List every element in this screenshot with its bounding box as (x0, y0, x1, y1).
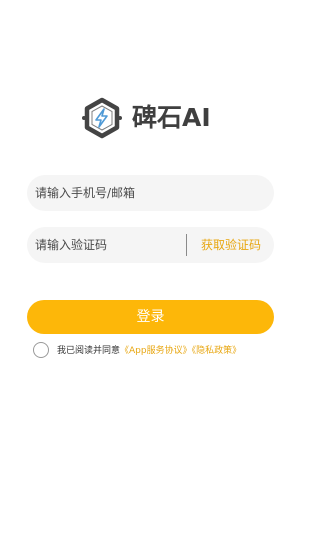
verification-code-input[interactable] (35, 227, 185, 263)
privacy-policy-link[interactable]: 《隐私政策》 (192, 346, 242, 356)
brand-name: 碑石AI (132, 103, 211, 132)
get-code-button[interactable]: 获取验证码 (201, 227, 261, 263)
agreement-checkbox[interactable] (33, 342, 49, 358)
agreement-text: 我已阅读并同意《App服务协议》《隐私政策》 (57, 342, 241, 360)
agreement-prefix: 我已阅读并同意 (57, 346, 121, 356)
hexagon-bolt-logo-icon (80, 96, 124, 140)
app-service-agreement-link[interactable]: 《App服务协议》 (120, 346, 192, 356)
account-input[interactable] (35, 175, 265, 211)
agreement-row: 我已阅读并同意《App服务协议》《隐私政策》 (33, 342, 293, 360)
field-divider (186, 234, 187, 256)
verification-field[interactable]: 获取验证码 (27, 227, 274, 263)
account-field[interactable] (27, 175, 274, 211)
login-button[interactable]: 登录 (27, 300, 274, 334)
app-logo: 碑石AI (0, 96, 300, 140)
